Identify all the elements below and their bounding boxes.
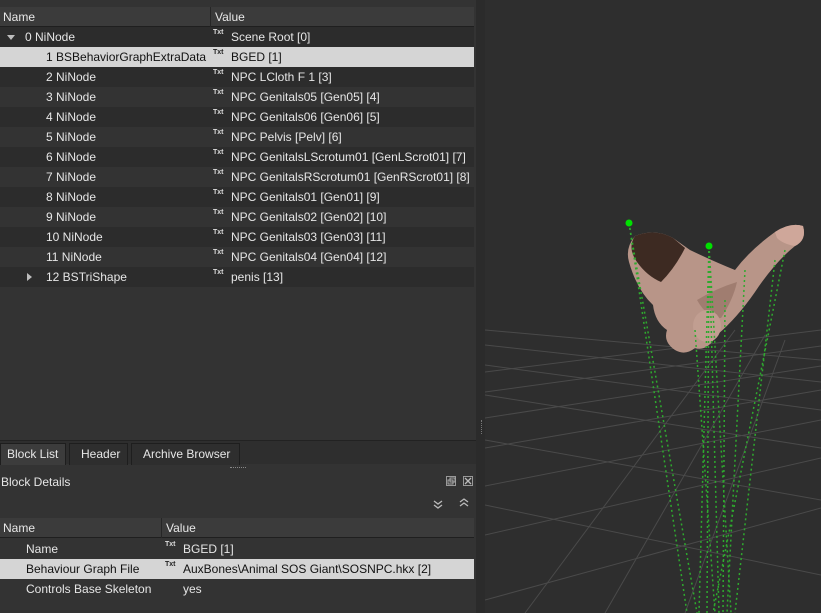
- block-name: 9 NiNode: [46, 210, 97, 224]
- node-marker[interactable]: [625, 219, 633, 227]
- tab-label: Block List: [7, 447, 59, 461]
- txt-badge-icon: Txt: [165, 541, 176, 548]
- block-value: BGED [1]: [231, 50, 282, 64]
- block-value: NPC Genitals05 [Gen05] [4]: [231, 90, 380, 104]
- block-details-title: Block Details: [1, 475, 71, 489]
- scene-canvas: [484, 219, 821, 613]
- detail-row[interactable]: Controls Base Skeleton yes: [0, 579, 474, 599]
- txt-badge-icon: Txt: [213, 69, 224, 76]
- details-value-column-header[interactable]: Value: [166, 521, 196, 535]
- block-name: 10 NiNode: [46, 230, 103, 244]
- close-icon[interactable]: [463, 476, 473, 486]
- expand-down-icon[interactable]: [7, 35, 15, 40]
- field-value[interactable]: AuxBones\Animal SOS Giant\SOSNPC.hkx [2]: [183, 562, 431, 576]
- txt-badge-icon: Txt: [213, 129, 224, 136]
- tab-header[interactable]: Header: [69, 443, 128, 465]
- column-separator[interactable]: [210, 7, 211, 27]
- details-header: Name Value: [0, 518, 474, 538]
- splitter-handle[interactable]: [230, 467, 246, 469]
- tree-row[interactable]: 4 NiNode Txt NPC Genitals06 [Gen06] [5]: [0, 107, 474, 127]
- tree-row[interactable]: 9 NiNode Txt NPC Genitals02 [Gen02] [10]: [0, 207, 474, 227]
- block-name: 2 NiNode: [46, 70, 97, 84]
- tree-row[interactable]: 7 NiNode Txt NPC GenitalsRScrotum01 [GenRS…: [0, 167, 474, 187]
- field-name: Controls Base Skeleton: [26, 582, 152, 596]
- tab-label: Header: [81, 447, 121, 461]
- tree-row[interactable]: 0 NiNode Txt Scene Root [0]: [0, 27, 474, 47]
- render-viewport[interactable]: [484, 0, 821, 613]
- block-value: Scene Root [0]: [231, 30, 311, 44]
- txt-badge-icon: Txt: [213, 149, 224, 156]
- left-panel: Name Value 0 NiNode Txt Scene Root [0] 1 BS…: [0, 0, 476, 613]
- tab-archive-browser[interactable]: Archive Browser: [131, 443, 240, 465]
- txt-badge-icon: Txt: [213, 29, 224, 36]
- tab-block-list[interactable]: Block List: [0, 443, 66, 465]
- txt-badge-icon: Txt: [213, 89, 224, 96]
- block-name: 5 NiNode: [46, 130, 97, 144]
- tree-row[interactable]: 2 NiNode Txt NPC LCloth F 1 [3]: [0, 67, 474, 87]
- float-icon[interactable]: [446, 476, 456, 486]
- block-value: penis [13]: [231, 270, 284, 284]
- txt-badge-icon: Txt: [213, 189, 224, 196]
- block-value: NPC GenitalsLScrotum01 [GenLScrot01] [7]: [231, 150, 466, 164]
- txt-badge-icon: Txt: [213, 109, 224, 116]
- block-name: 1 BSBehaviorGraphExtraData: [46, 50, 207, 64]
- block-value: NPC Genitals06 [Gen06] [5]: [231, 110, 380, 124]
- resize-handle[interactable]: [481, 420, 484, 434]
- block-value: NPC LCloth F 1 [3]: [231, 70, 332, 84]
- panel-divider: [476, 0, 485, 613]
- block-name: 7 NiNode: [46, 170, 97, 184]
- txt-badge-icon: Txt: [213, 209, 224, 216]
- tree-row[interactable]: 10 NiNode Txt NPC Genitals03 [Gen03] [11]: [0, 227, 474, 247]
- block-value: NPC Genitals01 [Gen01] [9]: [231, 190, 380, 204]
- block-name: 4 NiNode: [46, 110, 97, 124]
- block-value: NPC GenitalsRScrotum01 [GenRScrot01] [8]: [231, 170, 470, 184]
- txt-badge-icon: Txt: [213, 169, 224, 176]
- txt-badge-icon: Txt: [213, 229, 224, 236]
- chevron-down-icon[interactable]: [432, 500, 444, 510]
- tree-header: Name Value: [0, 7, 474, 27]
- tree-row[interactable]: 1 BSBehaviorGraphExtraData Txt BGED [1]: [0, 47, 474, 67]
- ground-grid: [484, 329, 821, 613]
- field-name: Behaviour Graph File: [26, 562, 140, 576]
- block-name: 0 NiNode: [25, 30, 76, 44]
- mesh-model: [627, 224, 804, 353]
- tree-row[interactable]: 8 NiNode Txt NPC Genitals01 [Gen01] [9]: [0, 187, 474, 207]
- tab-label: Archive Browser: [143, 447, 231, 461]
- block-name: 8 NiNode: [46, 190, 97, 204]
- tab-bar: Block List Header Archive Browser: [0, 440, 476, 465]
- tree-row[interactable]: 3 NiNode Txt NPC Genitals05 [Gen05] [4]: [0, 87, 474, 107]
- block-name: 11 NiNode: [46, 250, 102, 264]
- tree-row[interactable]: 6 NiNode Txt NPC GenitalsLScrotum01 [GenLS…: [0, 147, 474, 167]
- field-value[interactable]: yes: [183, 582, 202, 596]
- block-value: NPC Pelvis [Pelv] [6]: [231, 130, 342, 144]
- chevron-up-icon[interactable]: [458, 497, 470, 507]
- detail-row[interactable]: Behaviour Graph File Txt AuxBones\Animal S…: [0, 559, 474, 579]
- block-name: 3 NiNode: [46, 90, 97, 104]
- block-value: NPC Genitals04 [Gen04] [12]: [231, 250, 387, 264]
- tree-row[interactable]: 5 NiNode Txt NPC Pelvis [Pelv] [6]: [0, 127, 474, 147]
- column-separator[interactable]: [161, 518, 162, 538]
- block-value: NPC Genitals03 [Gen03] [11]: [231, 230, 386, 244]
- details-name-column-header[interactable]: Name: [3, 521, 35, 535]
- tree-row[interactable]: 12 BSTriShape Txt penis [13]: [0, 267, 474, 287]
- value-column-header[interactable]: Value: [215, 10, 245, 24]
- expand-right-icon[interactable]: [27, 273, 32, 281]
- block-name: 12 BSTriShape: [46, 270, 127, 284]
- txt-badge-icon: Txt: [213, 249, 224, 256]
- field-name: Name: [26, 542, 59, 556]
- tree-row[interactable]: 11 NiNode Txt NPC Genitals04 [Gen04] [12]: [0, 247, 474, 267]
- detail-row[interactable]: Name Txt BGED [1]: [0, 539, 474, 559]
- txt-badge-icon: Txt: [165, 561, 176, 568]
- field-value[interactable]: BGED [1]: [183, 542, 234, 556]
- block-value: NPC Genitals02 [Gen02] [10]: [231, 210, 387, 224]
- node-marker[interactable]: [705, 242, 713, 250]
- name-column-header[interactable]: Name: [3, 10, 35, 24]
- txt-badge-icon: Txt: [213, 49, 224, 56]
- block-name: 6 NiNode: [46, 150, 97, 164]
- txt-badge-icon: Txt: [213, 269, 224, 276]
